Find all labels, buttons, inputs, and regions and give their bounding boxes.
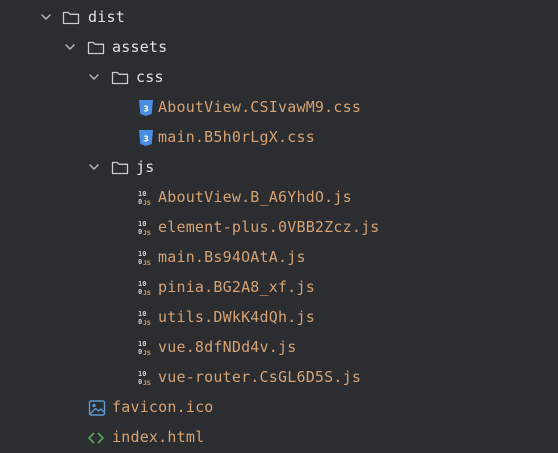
project-tree: dist assets css 3 AboutView.CSIvawM9.css…: [0, 0, 558, 453]
js-file-icon: 10 0 JS: [138, 190, 151, 207]
folder-icon: [111, 71, 129, 85]
tree-file-label: main.Bs94OAtA.js: [158, 248, 306, 266]
tree-folder-js[interactable]: js: [0, 152, 558, 182]
tree-folder-assets[interactable]: assets: [0, 32, 558, 62]
svg-text:JS: JS: [143, 319, 151, 327]
tree-file-css[interactable]: 3 AboutView.CSIvawM9.css: [0, 92, 558, 122]
css-file-icon: 3: [139, 130, 153, 146]
chevron-down-icon[interactable]: [88, 161, 100, 173]
chevron-down-icon[interactable]: [64, 41, 76, 53]
js-file-icon: 10 0 JS: [138, 250, 151, 267]
tree-file-js[interactable]: 10 0 JS AboutView.B_A6YhdO.js: [0, 182, 558, 212]
tree-folder-label: css: [136, 68, 164, 86]
svg-text:10: 10: [138, 250, 146, 258]
html-file-icon: [88, 432, 104, 444]
svg-text:JS: JS: [143, 259, 151, 267]
svg-text:JS: JS: [143, 379, 151, 387]
tree-file-label: AboutView.B_A6YhdO.js: [158, 188, 352, 206]
tree-file-label: AboutView.CSIvawM9.css: [158, 98, 362, 116]
chevron-down-icon[interactable]: [88, 71, 100, 83]
tree-folder-label: js: [136, 158, 155, 176]
svg-text:3: 3: [143, 135, 149, 144]
tree-file-js[interactable]: 10 0 JS pinia.BG2A8_xf.js: [0, 272, 558, 302]
tree-file-label: index.html: [112, 428, 205, 446]
tree-file-js[interactable]: 10 0 JS vue.8dfNDd4v.js: [0, 332, 558, 362]
tree-folder-label: dist: [88, 8, 125, 26]
image-file-icon: [88, 400, 106, 416]
tree-file-favicon[interactable]: favicon.ico: [0, 392, 558, 422]
tree-file-label: vue.8dfNDd4v.js: [158, 338, 297, 356]
svg-text:0: 0: [138, 198, 142, 206]
svg-text:JS: JS: [143, 229, 151, 237]
svg-text:0: 0: [138, 258, 142, 266]
tree-file-index-html[interactable]: index.html: [0, 422, 558, 452]
svg-text:10: 10: [138, 370, 146, 378]
tree-file-label: main.B5h0rLgX.css: [158, 128, 315, 146]
svg-text:3: 3: [143, 105, 149, 114]
svg-text:0: 0: [138, 228, 142, 236]
tree-file-js[interactable]: 10 0 JS utils.DWkK4dQh.js: [0, 302, 558, 332]
js-file-icon: 10 0 JS: [138, 220, 151, 237]
svg-text:0: 0: [138, 288, 142, 296]
svg-text:JS: JS: [143, 349, 151, 357]
svg-text:10: 10: [138, 280, 146, 288]
tree-folder-dist[interactable]: dist: [0, 2, 558, 32]
tree-file-label: favicon.ico: [112, 398, 214, 416]
tree-folder-css[interactable]: css: [0, 62, 558, 92]
svg-text:10: 10: [138, 310, 146, 318]
folder-icon: [111, 161, 129, 175]
svg-text:0: 0: [138, 378, 142, 386]
tree-file-js[interactable]: 10 0 JS main.Bs94OAtA.js: [0, 242, 558, 272]
js-file-icon: 10 0 JS: [138, 310, 151, 327]
svg-text:0: 0: [138, 318, 142, 326]
js-file-icon: 10 0 JS: [138, 370, 151, 387]
tree-file-css[interactable]: 3 main.B5h0rLgX.css: [0, 122, 558, 152]
chevron-down-icon[interactable]: [40, 11, 52, 23]
css-file-icon: 3: [139, 100, 153, 116]
svg-text:JS: JS: [143, 289, 151, 297]
folder-icon: [87, 41, 105, 55]
js-file-icon: 10 0 JS: [138, 280, 151, 297]
tree-file-js[interactable]: 10 0 JS vue-router.CsGL6D5S.js: [0, 362, 558, 392]
svg-text:JS: JS: [143, 199, 151, 207]
tree-file-label: vue-router.CsGL6D5S.js: [158, 368, 362, 386]
tree-file-label: element-plus.0VBB2Zcz.js: [158, 218, 380, 236]
tree-file-label: pinia.BG2A8_xf.js: [158, 278, 315, 296]
tree-file-label: utils.DWkK4dQh.js: [158, 308, 315, 326]
svg-text:0: 0: [138, 348, 142, 356]
js-file-icon: 10 0 JS: [138, 340, 151, 357]
svg-text:10: 10: [138, 190, 146, 198]
svg-text:10: 10: [138, 220, 146, 228]
folder-icon: [62, 11, 80, 25]
tree-file-js[interactable]: 10 0 JS element-plus.0VBB2Zcz.js: [0, 212, 558, 242]
tree-folder-label: assets: [112, 38, 168, 56]
svg-text:10: 10: [138, 340, 146, 348]
